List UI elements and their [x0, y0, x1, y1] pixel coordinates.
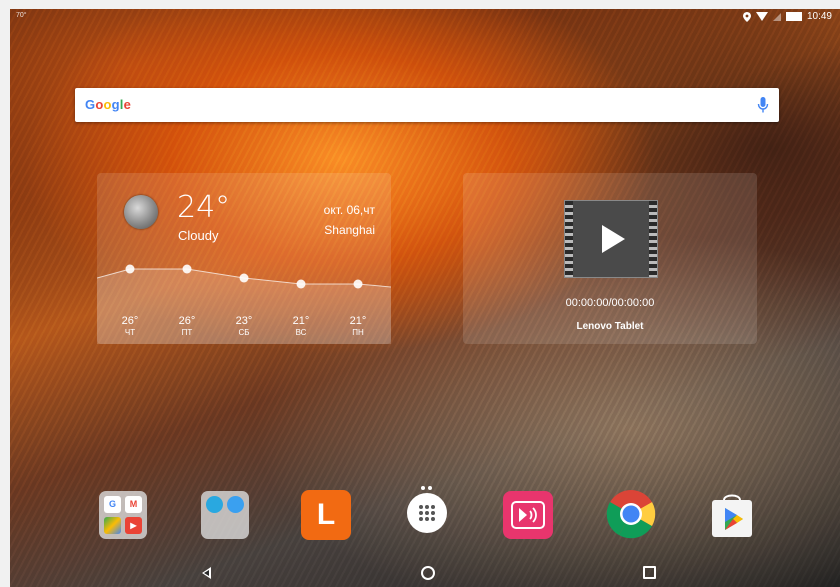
- film-thumbnail[interactable]: [564, 200, 658, 278]
- weather-condition: Cloudy: [178, 228, 219, 243]
- forecast-temp: 21°: [349, 315, 367, 327]
- navigation-bar: [10, 557, 840, 587]
- cloud-mini-icon: [227, 496, 244, 513]
- weather-city: Shanghai: [324, 223, 375, 237]
- weather-date: окт. 06,чт: [323, 203, 375, 217]
- moon-icon: [124, 195, 158, 229]
- forecast-strip: 26° ЧТ 26° ПТ 23° СБ 21° ВС 21° ПН: [97, 263, 391, 344]
- play-icon[interactable]: [602, 225, 625, 253]
- forecast-day: 21° ПН: [338, 315, 378, 337]
- media-play-icon[interactable]: [503, 491, 553, 539]
- wifi-icon: [755, 12, 768, 21]
- forecast-dayname: СБ: [238, 328, 250, 337]
- status-bar: 70° 10:49: [10, 9, 840, 27]
- location-icon: [742, 11, 751, 22]
- home-screen: 70° 10:49 Google 24° Cloudy окт. 06,чт S…: [10, 9, 840, 587]
- battery-icon: [785, 12, 802, 21]
- google-apps-folder[interactable]: G M ▶: [99, 491, 147, 539]
- mic-icon[interactable]: [757, 96, 769, 114]
- forecast-dayname: ПТ: [181, 328, 193, 337]
- forecast-dayname: ВС: [295, 328, 307, 337]
- forecast-temp: 26°: [121, 315, 139, 327]
- forecast-day: 26° ПТ: [167, 315, 207, 337]
- home-icon[interactable]: [421, 566, 435, 580]
- recents-icon[interactable]: [643, 566, 656, 579]
- video-time: 00:00:00/00:00:00: [565, 297, 655, 309]
- gmail-mini-icon: M: [125, 496, 142, 513]
- youtube-mini-icon: ▶: [125, 517, 142, 534]
- google-mini-icon: G: [104, 496, 121, 513]
- sync-mini-icon: [206, 496, 223, 513]
- forecast-day: 23° СБ: [224, 315, 264, 337]
- status-time: 10:49: [806, 11, 832, 22]
- tools-folder[interactable]: [201, 491, 249, 539]
- weather-widget[interactable]: 24° Cloudy окт. 06,чт Shanghai 26° ЧТ 26…: [97, 173, 391, 344]
- forecast-day: 21° ВС: [281, 315, 321, 337]
- forecast-temp: 23°: [235, 315, 253, 327]
- chrome-icon[interactable]: [606, 489, 656, 541]
- l-letter-icon[interactable]: L: [301, 490, 351, 540]
- forecast-temp: 26°: [178, 315, 196, 327]
- google-logo: Google: [85, 97, 132, 112]
- video-widget[interactable]: 00:00:00/00:00:00 Lenovo Tablet: [463, 173, 757, 344]
- forecast-dayname: ПН: [352, 328, 364, 337]
- back-icon[interactable]: [202, 567, 211, 579]
- video-title: Lenovo Tablet: [576, 321, 644, 332]
- play-store-icon[interactable]: [709, 491, 755, 539]
- maps-mini-icon: [104, 517, 121, 534]
- status-icons: 10:49: [742, 11, 832, 22]
- signal-icon: [772, 12, 781, 21]
- current-temperature: 24°: [177, 190, 231, 225]
- status-left-text: 70°: [16, 12, 27, 19]
- google-search-bar[interactable]: Google: [75, 88, 779, 122]
- apps-grid-icon[interactable]: [407, 493, 447, 533]
- forecast-day: 26° ЧТ: [110, 315, 150, 337]
- forecast-dayname: ЧТ: [124, 328, 136, 337]
- forecast-temp: 21°: [292, 315, 310, 327]
